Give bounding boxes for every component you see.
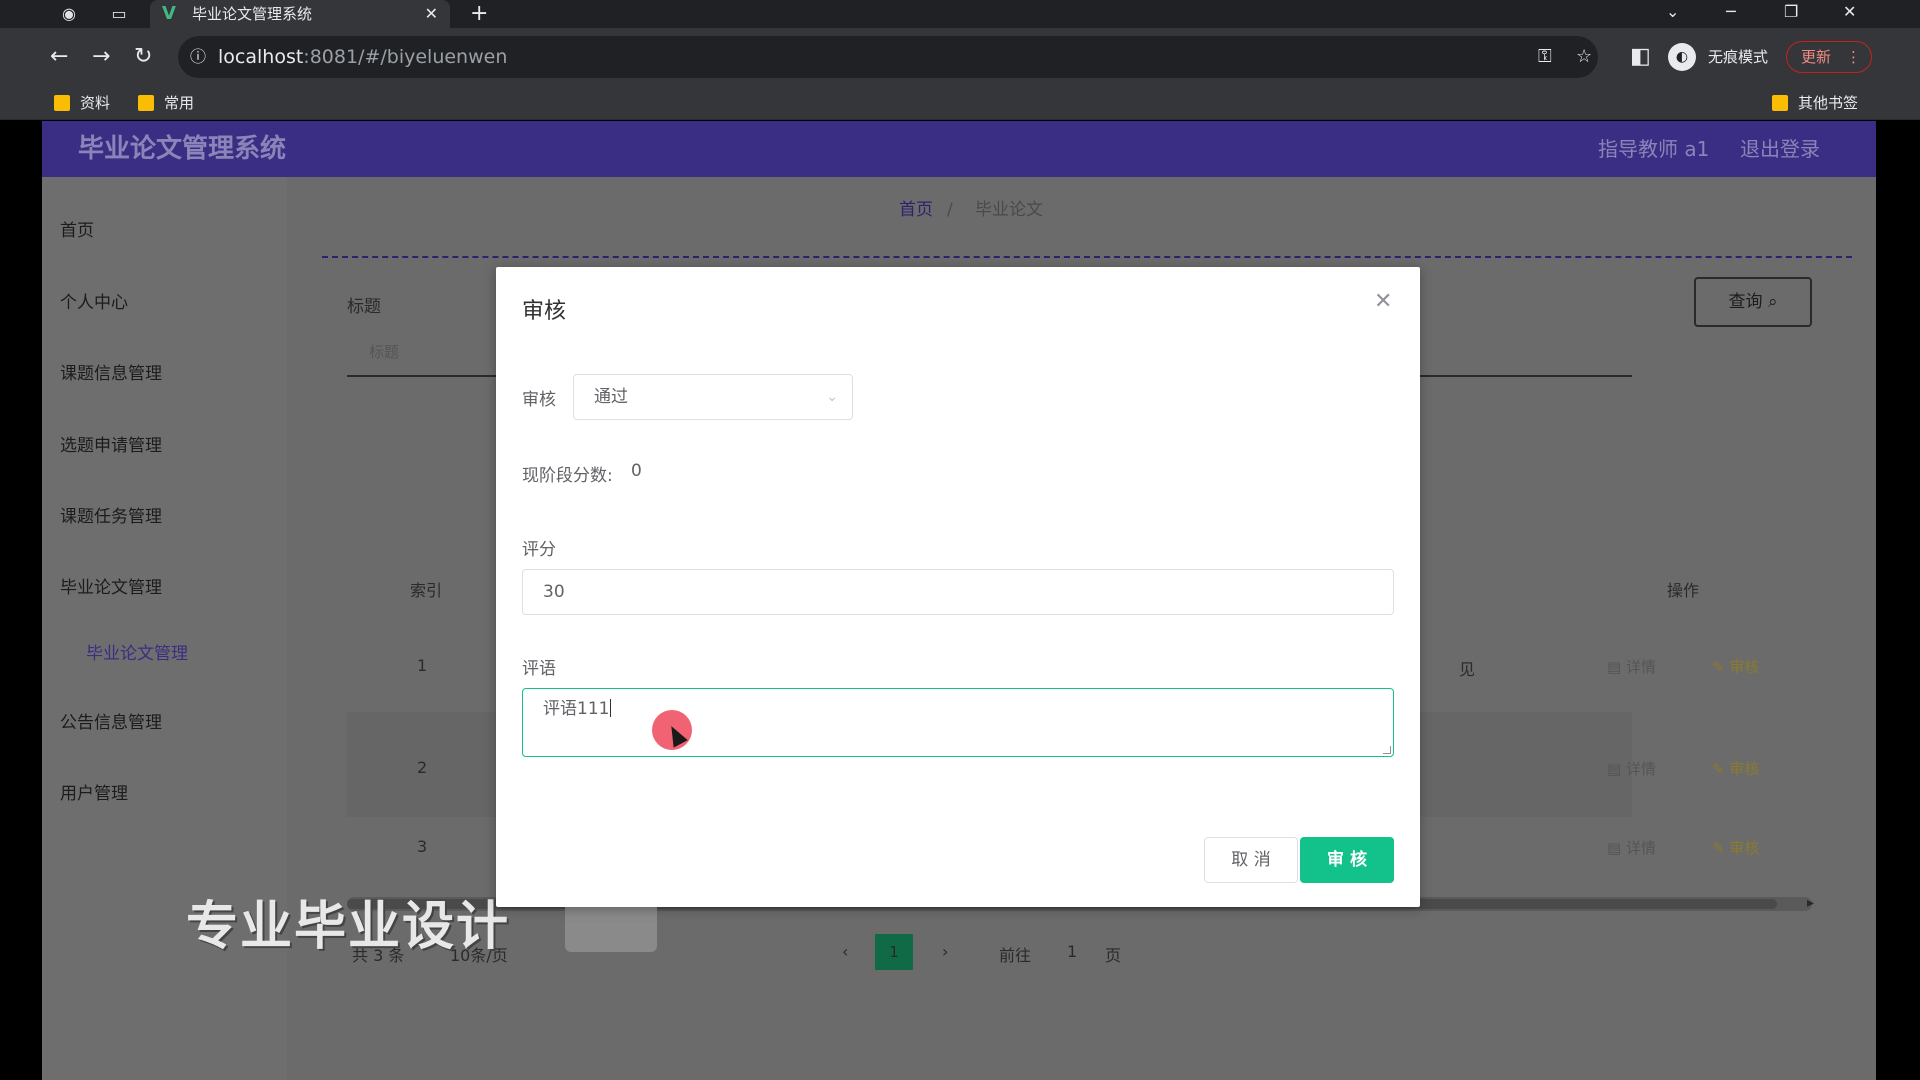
bookmarks-bar: 资料 常用 其他书签 (0, 86, 1920, 120)
pager-prev-icon[interactable]: ‹ (842, 942, 848, 961)
video-watermark: 专业毕业设计 (186, 897, 511, 957)
dialog-close-icon[interactable]: ✕ (1374, 291, 1392, 313)
vue-logo-icon: V (162, 3, 176, 24)
other-bookmarks[interactable]: 其他书签 (1772, 86, 1858, 120)
screen: ◉ ▭ V 毕业论文管理系统 ✕ + ⌄ ─ ❐ ✕ ← → ↻ ⓘ local… (0, 0, 1920, 1080)
sidebar-item-topic-task[interactable]: 课题任务管理 (60, 505, 162, 529)
pager-current-page[interactable]: 1 (875, 934, 913, 970)
sidebar-item-thesis[interactable]: 毕业论文管理 (60, 576, 162, 600)
minimize-icon[interactable]: ─ (1726, 0, 1736, 24)
update-button[interactable]: 更新 ⋮ (1786, 41, 1872, 73)
app-title: 毕业论文管理系统 (78, 134, 287, 164)
new-tab-button[interactable]: + (470, 0, 488, 28)
detail-link[interactable]: ▤ 详情 (1607, 656, 1656, 677)
bookmark-label: 资料 (80, 94, 111, 112)
pager-goto-label: 前往 (999, 946, 1032, 965)
tab-close-icon[interactable]: ✕ (425, 0, 438, 28)
audit-dialog: 审核 ✕ 审核 通过 ⌄ 现阶段分数: 0 评分 30 评语 评语111 取 消… (496, 267, 1420, 907)
audit-link[interactable]: ✎ 审核 (1712, 758, 1759, 779)
row-index: 3 (417, 837, 428, 856)
breadcrumb-separator-icon: / (947, 200, 953, 220)
incognito-icon: ◐ (1668, 43, 1696, 71)
update-label: 更新 (1801, 48, 1832, 66)
key-icon[interactable]: ⚿ (1538, 36, 1552, 78)
submit-audit-button[interactable]: 审 核 (1300, 837, 1394, 883)
comment-text: 评语111 (543, 699, 610, 719)
url-host: localhost (218, 46, 304, 68)
search-placeholder: 标题 (369, 343, 400, 361)
audit-link[interactable]: ✎ 审核 (1712, 837, 1759, 858)
tab-overview-icon[interactable]: ▭ (108, 3, 130, 25)
sidebar-item-home[interactable]: 首页 (60, 219, 94, 243)
scroll-right-icon[interactable]: ▸ (1807, 895, 1814, 911)
browser-tab-active[interactable]: V 毕业论文管理系统 ✕ (150, 0, 450, 28)
score-input[interactable]: 30 (522, 569, 1394, 615)
audit-status-label: 审核 (522, 390, 556, 410)
kebab-menu-icon[interactable]: ⋮ (1846, 42, 1861, 72)
score-label: 评分 (522, 540, 556, 560)
column-header-ops: 操作 (1667, 581, 1700, 600)
breadcrumb-current: 毕业论文 (975, 200, 1043, 220)
app-header: 毕业论文管理系统 指导教师 a1 退出登录 (42, 121, 1876, 177)
browser-profile-icon[interactable]: ◉ (58, 3, 80, 25)
audit-status-select[interactable]: 通过 ⌄ (573, 374, 853, 420)
url-path: :8081/#/biyeluenwen (303, 46, 508, 68)
restore-icon[interactable]: ❐ (1784, 0, 1798, 24)
detail-link[interactable]: ▤ 详情 (1607, 837, 1656, 858)
other-bookmarks-label: 其他书签 (1798, 94, 1859, 112)
breadcrumb-home[interactable]: 首页 (899, 199, 933, 221)
stage-score-value: 0 (631, 461, 642, 481)
browser-toolbar: ← → ↻ ⓘ localhost:8081/#/biyeluenwen ⚿ ☆… (0, 28, 1920, 86)
resize-handle-icon[interactable] (1383, 746, 1391, 754)
folder-icon (1772, 95, 1788, 111)
search-label: 标题 (347, 297, 381, 317)
row-text-fragment: 见 (1459, 660, 1476, 679)
incognito-indicator[interactable]: ◐ 无痕模式 (1668, 40, 1768, 74)
cancel-button[interactable]: 取 消 (1204, 837, 1298, 883)
site-info-icon[interactable]: ⓘ (190, 36, 206, 78)
header-divider (322, 256, 1852, 258)
search-icon: ⌕ (1767, 292, 1778, 312)
pager-next-icon[interactable]: › (942, 942, 948, 961)
column-header-index: 索引 (410, 581, 443, 600)
bookmark-folder-changyong[interactable]: 常用 (138, 86, 194, 120)
sidebar-item-profile[interactable]: 个人中心 (60, 291, 128, 315)
sidebar-item-topic-apply[interactable]: 选题申请管理 (60, 434, 162, 458)
folder-icon (54, 95, 70, 111)
bookmark-folder-ziliao[interactable]: 资料 (54, 86, 110, 120)
tab-title: 毕业论文管理系统 (192, 5, 313, 23)
sidebar-item-users[interactable]: 用户管理 (60, 782, 128, 806)
incognito-label: 无痕模式 (1708, 48, 1769, 66)
logout-link[interactable]: 退出登录 (1740, 121, 1820, 177)
query-button[interactable]: 查询 ⌕ (1694, 277, 1812, 327)
text-caret (610, 699, 612, 717)
dialog-title: 审核 (522, 299, 567, 324)
side-panel-icon[interactable]: ◧ (1630, 42, 1651, 72)
sidebar-subitem-thesis-manage[interactable]: 毕业论文管理 (86, 642, 188, 666)
pager-goto-input[interactable]: 1 (1067, 942, 1077, 961)
reload-icon[interactable]: ↻ (134, 42, 152, 72)
window-close-icon[interactable]: ✕ (1843, 0, 1856, 24)
sidebar-item-topic-info[interactable]: 课题信息管理 (60, 362, 162, 386)
audit-status-value: 通过 (594, 387, 628, 407)
current-user: 指导教师 a1 (1598, 137, 1710, 161)
query-label: 查询 (1728, 292, 1763, 312)
chevron-down-icon: ⌄ (826, 389, 838, 405)
comment-label: 评语 (522, 659, 556, 679)
address-bar[interactable]: ⓘ localhost:8081/#/biyeluenwen ⚿ ☆ (178, 36, 1598, 78)
row-index: 1 (417, 656, 428, 675)
sidebar-item-notice[interactable]: 公告信息管理 (60, 711, 162, 735)
pager-unit: 页 (1105, 946, 1122, 965)
tab-search-icon[interactable]: ⌄ (1666, 0, 1679, 24)
bookmark-label: 常用 (164, 94, 195, 112)
stage-score-label: 现阶段分数: (522, 466, 613, 486)
forward-icon[interactable]: → (92, 42, 110, 72)
back-icon[interactable]: ← (50, 42, 68, 72)
audit-link[interactable]: ✎ 审核 (1712, 656, 1759, 677)
browser-tab-strip: ◉ ▭ V 毕业论文管理系统 ✕ + ⌄ ─ ❐ ✕ (0, 0, 1920, 28)
row-index: 2 (417, 758, 428, 777)
folder-icon (138, 95, 154, 111)
detail-link[interactable]: ▤ 详情 (1607, 758, 1656, 779)
bookmark-star-icon[interactable]: ☆ (1576, 36, 1592, 78)
